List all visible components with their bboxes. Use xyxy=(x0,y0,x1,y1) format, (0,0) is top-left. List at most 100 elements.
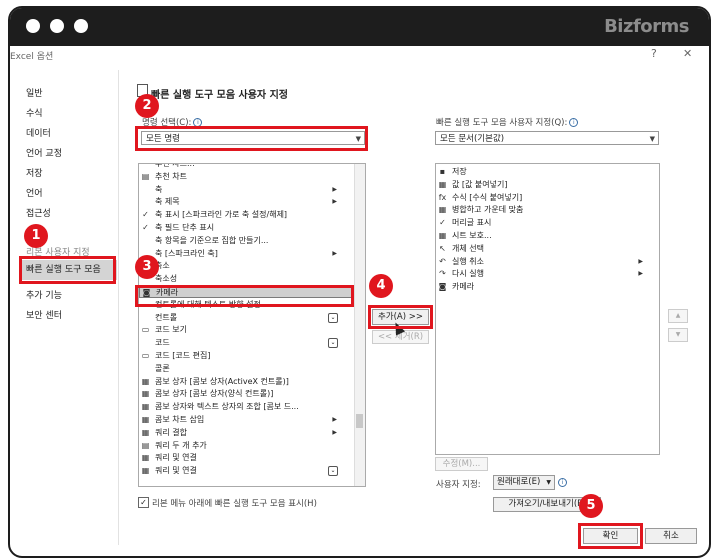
help-button[interactable]: ? xyxy=(651,47,657,60)
submenu-arrow-icon: ▶ xyxy=(638,257,643,265)
commands-list[interactable]: 추천 차트... ▤ 추천 차트 축 ▶ 축 제목 ▶ ✓ 축 표시 [스파크라인 가로 축 설… xyxy=(138,163,366,487)
window-dot-2 xyxy=(50,19,64,33)
toolbar-command-item[interactable]: ▦ 병합하고 가운데 맞춤 xyxy=(436,204,659,216)
command-item[interactable]: ▦ 콤보 상자 [콤보 상자(양식 컨트롤)] xyxy=(139,388,353,400)
command-item-label: 콤보 차트 삽입 xyxy=(155,415,205,424)
nav-item-general[interactable]: 일반 xyxy=(26,86,43,99)
command-item[interactable]: ▦ 쿼리 및 연결 xyxy=(139,452,353,464)
move-up-button[interactable]: ▲ xyxy=(668,309,688,323)
command-item-label: 축 필드 단추 표시 xyxy=(155,223,215,232)
toolbar-command-item-icon: ↖ xyxy=(439,243,446,253)
nav-item-language[interactable]: 언어 xyxy=(26,186,43,199)
toolbar-command-item[interactable]: ↶ 실행 취소 ▶ xyxy=(436,256,659,268)
command-item[interactable]: 컨트롤 ⌄ xyxy=(139,312,353,324)
command-item[interactable]: ▭ 코드 [코드 편집] xyxy=(139,350,353,362)
command-item[interactable]: ▦ 쿼리 및 연결 ⌄ xyxy=(139,465,353,477)
command-item[interactable]: ▦ 콤보 차트 삽입 ▶ xyxy=(139,414,353,426)
command-item[interactable]: 축 [스파크라인 축] ▶ xyxy=(139,248,353,260)
chevron-down-icon: ▼ xyxy=(546,479,551,486)
toolbar-command-item-icon: ▪ xyxy=(439,167,446,176)
command-item[interactable]: 코드 ⌄ xyxy=(139,337,353,349)
toolbar-command-item-icon: ▦ xyxy=(438,231,447,240)
command-item-label: 콜론 xyxy=(155,363,170,373)
toolbar-command-item[interactable]: ↖ 개체 선택 xyxy=(436,243,659,255)
command-item[interactable]: 축소성 xyxy=(139,273,353,285)
show-below-ribbon-checkbox[interactable]: ✓ xyxy=(138,497,149,508)
toolbar-command-item-label: 머리글 표시 xyxy=(452,218,492,228)
command-item-icon: ▭ xyxy=(141,351,150,360)
toolbar-command-item[interactable]: ▪ 저장 xyxy=(436,166,659,178)
nav-item-add-ins[interactable]: 추가 기능 xyxy=(26,288,62,301)
nav-item-trust-center[interactable]: 보안 센터 xyxy=(26,308,62,321)
reset-dropdown[interactable]: 원래대로(E) ▼ xyxy=(493,475,555,490)
nav-item-data[interactable]: 데이터 xyxy=(26,126,51,139)
window-titlebar: Bizforms xyxy=(10,8,709,46)
command-item-label: 콤보 상자 [콤보 상자(ActiveX 컨트롤)] xyxy=(155,376,289,386)
nav-item-formulas[interactable]: 수식 xyxy=(26,106,43,119)
command-item[interactable]: 축 ▶ xyxy=(139,184,353,196)
toolbar-command-item-label: 시트 보호... xyxy=(452,231,492,240)
commands-list-scrollbar[interactable] xyxy=(354,164,365,486)
submenu-arrow-icon: ▶ xyxy=(332,249,337,257)
step-badge-3: 3 xyxy=(135,255,159,279)
nav-item-proofing[interactable]: 언어 교정 xyxy=(26,146,62,159)
toolbar-command-item-label: 개체 선택 xyxy=(452,243,484,253)
highlight-add-button xyxy=(368,305,433,329)
toolbar-command-item[interactable]: ↷ 다시 실행 ▶ xyxy=(436,268,659,280)
command-item[interactable]: ▦ 콤보 상자와 텍스트 상자의 조합 [콤보 드... xyxy=(139,401,353,413)
highlight-ok-button xyxy=(578,523,643,549)
toolbar-command-item[interactable]: fx 수식 [수식 붙여넣기] xyxy=(436,192,659,204)
toolbar-commands-list[interactable]: ▪ 저장 ▦ 값 [값 붙여넣기] fx 수식 [수식 붙여넣기] ▦ 병합하고 가운데 맞춤… xyxy=(435,163,660,455)
command-item-icon xyxy=(141,236,150,245)
scrollbar-thumb[interactable] xyxy=(356,414,363,428)
command-item[interactable]: 추천 차트... xyxy=(139,164,353,170)
command-item[interactable]: ▤ 쿼리 두 개 추가 xyxy=(139,440,353,452)
customize-toolbar-dropdown[interactable]: 모든 문서(기본값) ▼ xyxy=(435,131,659,145)
toolbar-command-item[interactable]: ✓ 머리글 표시 xyxy=(436,217,659,229)
toolbar-command-item-label: 실행 취소 xyxy=(452,256,484,266)
customize-toolbar-label: 빠른 실행 도구 모음 사용자 지정(Q): i xyxy=(436,116,579,128)
modify-button[interactable]: 수정(M)... xyxy=(435,457,488,471)
toolbar-command-item-icon: ▦ xyxy=(438,205,447,215)
submenu-arrow-icon: ▶ xyxy=(332,198,337,206)
command-item[interactable]: 축소 xyxy=(139,260,353,272)
toolbar-command-item-label: 저장 xyxy=(452,167,467,176)
command-item[interactable]: ▦ 쿼리 결합 ▶ xyxy=(139,427,353,439)
command-item[interactable]: ✓ 축 필드 단추 표시 xyxy=(139,222,353,234)
info-icon: i xyxy=(569,118,579,127)
command-item-icon xyxy=(141,185,150,194)
highlight-camera-item xyxy=(135,285,354,307)
command-item[interactable]: 축 제목 ▶ xyxy=(139,196,353,208)
command-item[interactable]: ▦ 콤보 상자 [콤보 상자(ActiveX 컨트롤)] xyxy=(139,376,353,388)
toolbar-command-item-icon: ↶ xyxy=(439,256,446,266)
close-button[interactable]: ✕ xyxy=(683,47,692,60)
toolbar-command-item-label: 값 [값 붙여넣기] xyxy=(452,179,508,189)
command-item[interactable]: ▤ 추천 차트 xyxy=(139,171,353,183)
move-down-button[interactable]: ▼ xyxy=(668,328,688,342)
nav-item-save[interactable]: 저장 xyxy=(26,166,43,179)
toolbar-command-item-label: 다시 실행 xyxy=(452,269,484,279)
command-item-icon xyxy=(141,197,150,206)
nav-divider xyxy=(118,70,119,545)
toolbar-command-item[interactable]: ▦ 값 [값 붙여넣기] xyxy=(436,179,659,191)
toolbar-command-item[interactable]: ▦ 시트 보호... xyxy=(436,230,659,242)
command-item[interactable]: ✓ 축 표시 [스파크라인 가로 축 설정/해제] xyxy=(139,209,353,221)
toolbar-command-item-icon: fx xyxy=(438,192,447,202)
nav-item-accessibility[interactable]: 접근성 xyxy=(26,206,51,219)
toolbar-command-item-label: 카메라 xyxy=(452,282,475,292)
cancel-button[interactable]: 취소 xyxy=(645,528,697,544)
command-item[interactable]: 콜론 xyxy=(139,363,353,375)
command-item-label: 축 [스파크라인 축] xyxy=(155,248,218,258)
info-icon: i xyxy=(558,478,567,487)
command-item-label: 쿼리 및 연결 xyxy=(155,453,197,463)
command-item-icon xyxy=(141,364,150,373)
submenu-arrow-icon: ▶ xyxy=(638,270,643,278)
toolbar-command-item-label: 병합하고 가운데 맞춤 xyxy=(452,205,524,215)
command-item-icon xyxy=(141,313,150,322)
command-item-icon: ▦ xyxy=(141,427,150,437)
command-item[interactable]: ▭ 코드 보기 xyxy=(139,324,353,336)
command-item[interactable]: 축 항목을 기준으로 집합 만들기... xyxy=(139,235,353,247)
submenu-arrow-icon: ▶ xyxy=(332,416,337,423)
toolbar-command-item[interactable]: ◙ 카메라 xyxy=(436,281,659,293)
step-badge-1: 1 xyxy=(24,224,48,248)
